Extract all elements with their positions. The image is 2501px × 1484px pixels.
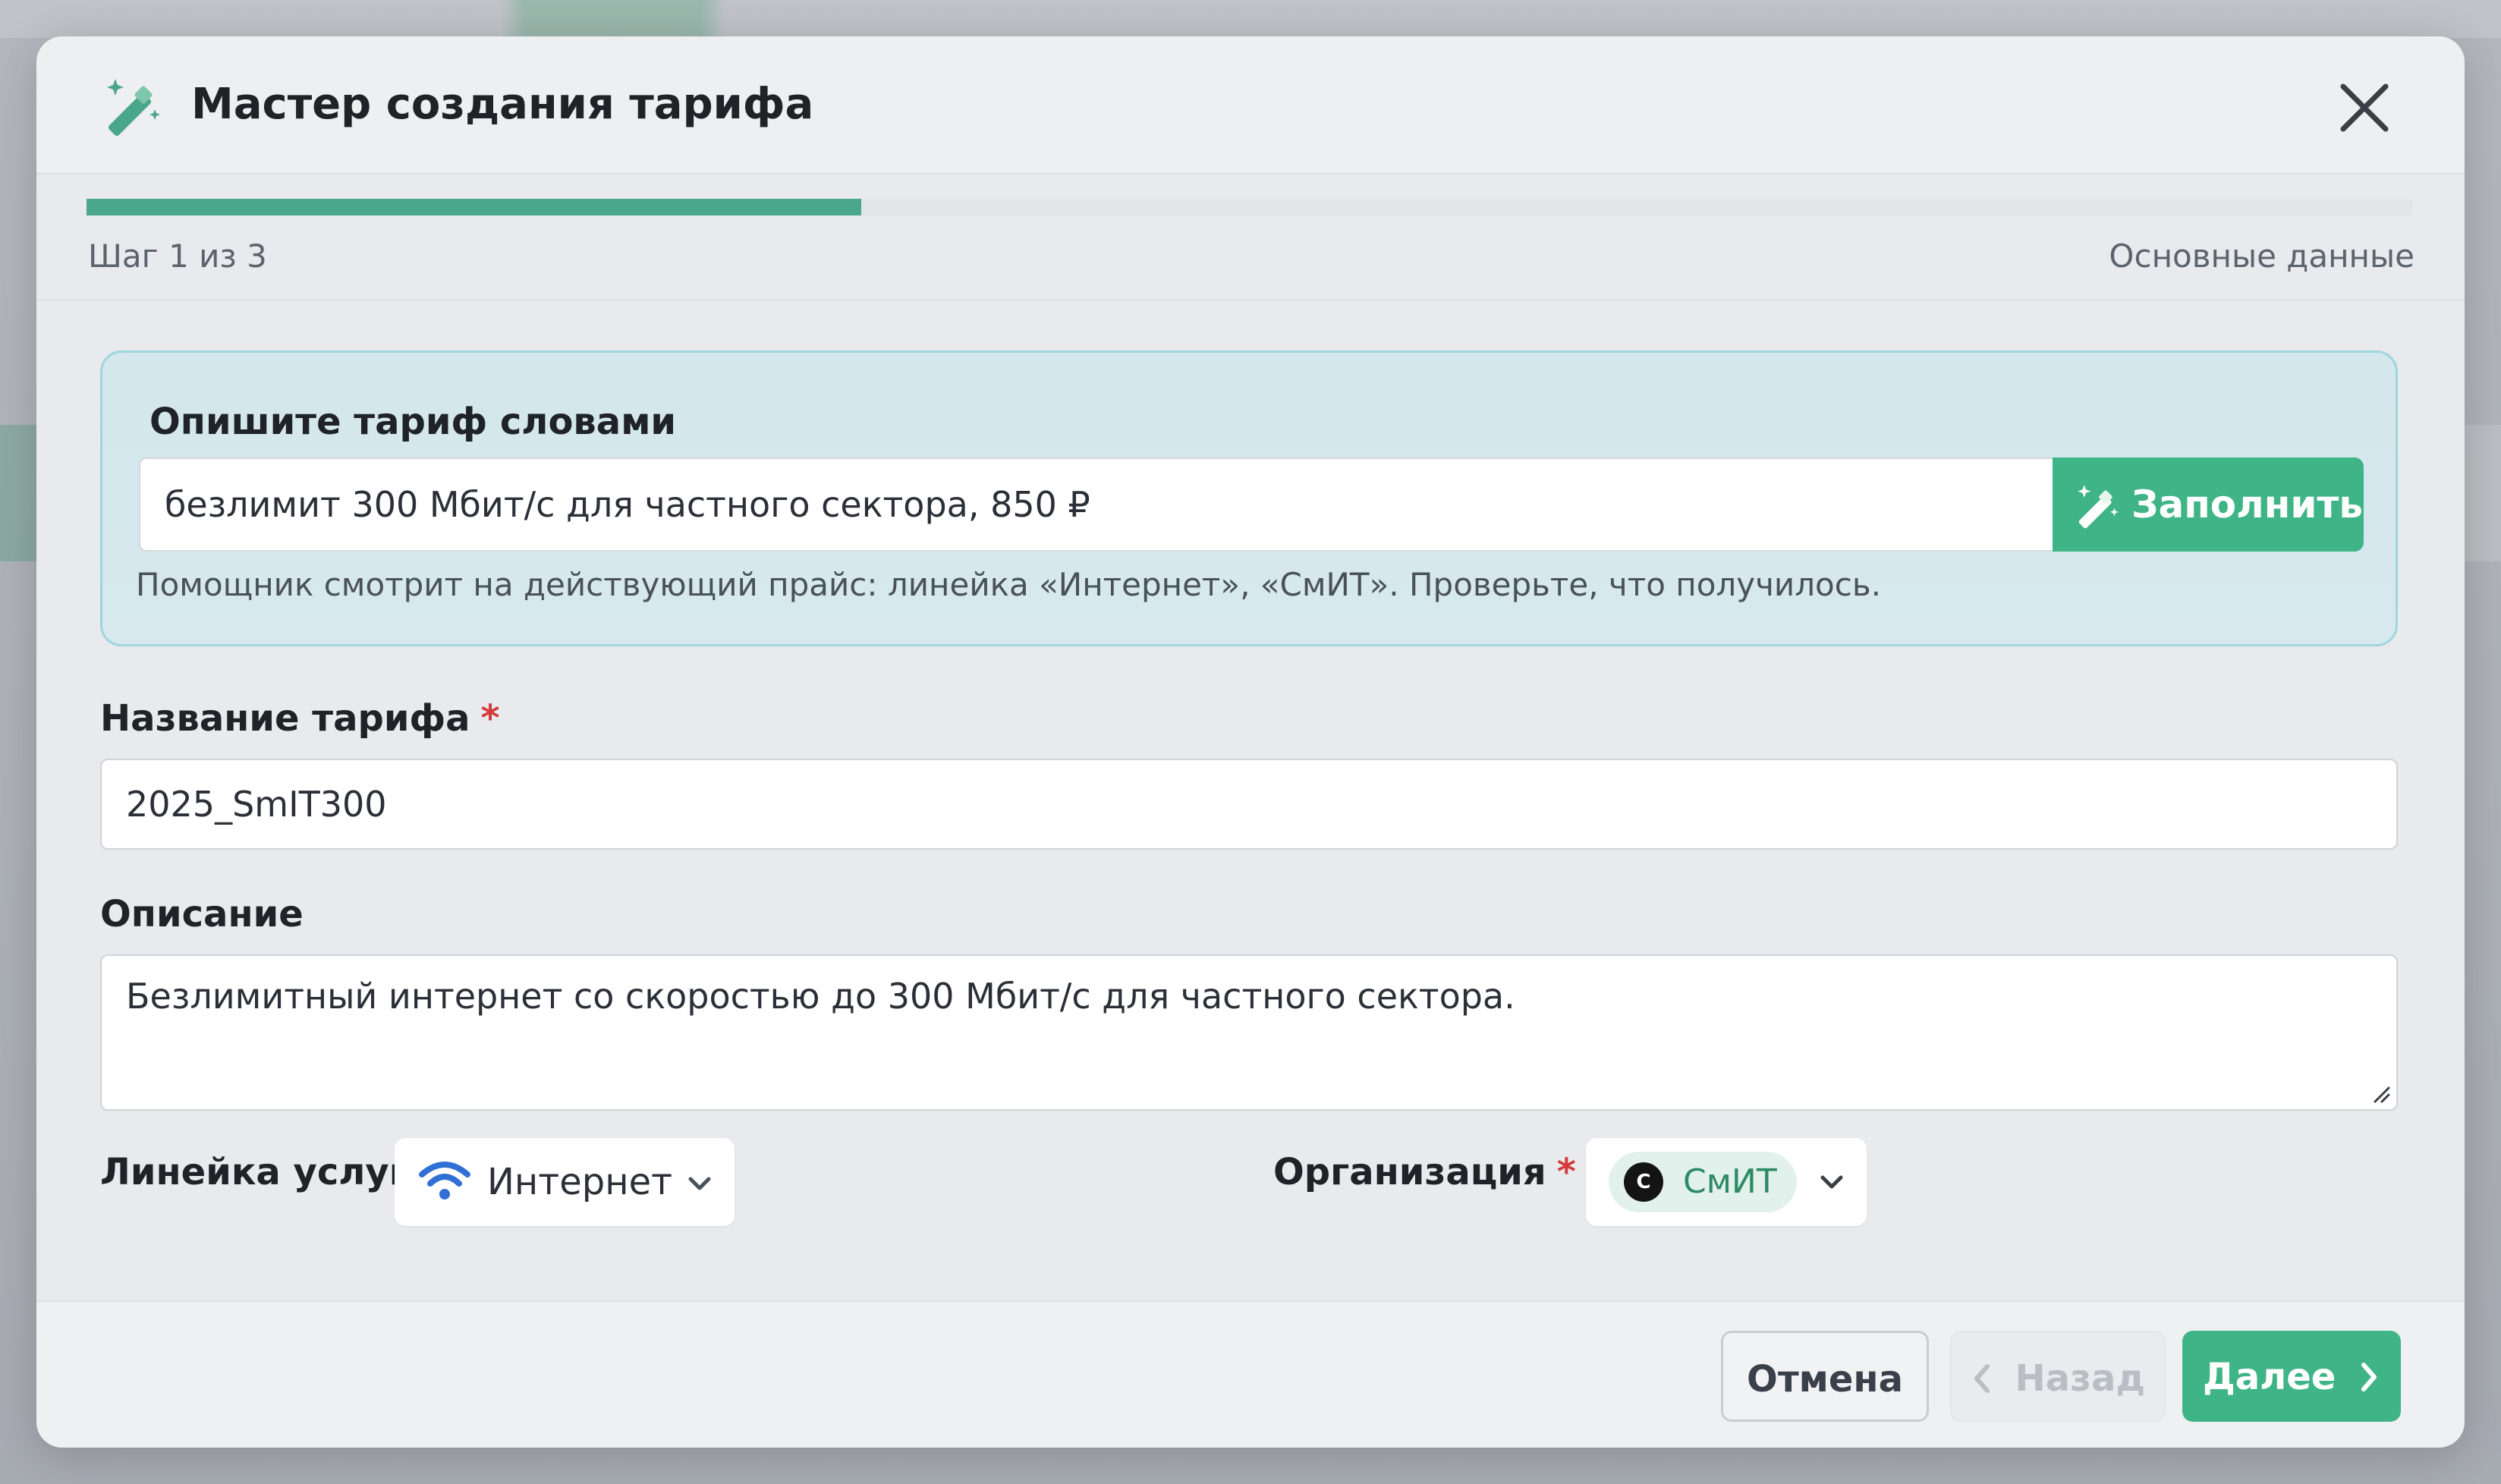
organization-label-text: Организация xyxy=(1273,1151,1546,1193)
tariff-name-label-text: Название тарифа xyxy=(100,697,470,740)
tariff-name-label: Название тарифа * xyxy=(100,693,500,744)
tariff-wizard-modal: Мастер создания тарифа Шаг 1 из 3 Основн… xyxy=(36,36,2465,1448)
modal-header: Мастер создания тарифа xyxy=(36,36,2465,174)
description-text: Безлимитный интернет со скоростью до 300… xyxy=(126,976,1515,1017)
required-mark: * xyxy=(1556,1151,1576,1193)
cancel-button-label: Отмена xyxy=(1747,1358,1903,1401)
next-button-label: Далее xyxy=(2202,1356,2336,1398)
description-textarea[interactable]: Безлимитный интернет со скоростью до 300… xyxy=(100,954,2398,1111)
back-button[interactable]: Назад xyxy=(1950,1331,2166,1422)
organization-select[interactable]: С СмИТ xyxy=(1586,1138,1867,1226)
next-button[interactable]: Далее xyxy=(2182,1331,2401,1422)
modal-footer: Отмена Назад Далее xyxy=(36,1300,2465,1448)
progress-bar xyxy=(87,199,2413,215)
back-button-label: Назад xyxy=(2015,1357,2146,1400)
background-strip xyxy=(0,0,2501,38)
organization-value: СмИТ xyxy=(1683,1162,1777,1201)
modal-title: Мастер создания тарифа xyxy=(191,80,814,129)
chevron-right-icon xyxy=(2361,1363,2377,1391)
service-line-value: Интернет xyxy=(487,1161,673,1203)
step-counter: Шаг 1 из 3 xyxy=(88,237,267,275)
chevron-down-icon xyxy=(1820,1175,1843,1189)
description-label: Описание xyxy=(100,893,304,935)
background-block xyxy=(0,425,36,561)
step-name: Основные данные xyxy=(2109,237,2414,275)
ai-description-input[interactable]: безлимит 300 Мбит/с для частного сектора… xyxy=(139,457,2053,552)
divider xyxy=(36,299,2465,300)
progress-bar-fill xyxy=(87,199,861,215)
service-line-select[interactable]: Интернет xyxy=(395,1138,735,1226)
service-line-label: Линейка услуг xyxy=(100,1151,408,1193)
chevron-left-icon xyxy=(1974,1364,1990,1393)
wifi-icon xyxy=(419,1162,470,1199)
ai-assistant-panel: Опишите тариф словами безлимит 300 Мбит/… xyxy=(100,351,2398,646)
chevron-down-icon xyxy=(688,1177,711,1190)
tariff-name-input[interactable]: 2025_SmIT300 xyxy=(100,759,2398,850)
resize-handle-icon[interactable] xyxy=(2369,1082,2392,1105)
cancel-button[interactable]: Отмена xyxy=(1721,1331,1929,1422)
organization-avatar: С xyxy=(1624,1162,1663,1202)
magic-wand-icon xyxy=(107,79,160,137)
fill-button[interactable]: Заполнить xyxy=(2053,457,2364,552)
required-mark: * xyxy=(480,697,500,740)
fill-button-label: Заполнить xyxy=(2131,483,2363,527)
organization-chip: С СмИТ xyxy=(1609,1152,1797,1212)
organization-label: Организация * xyxy=(1273,1147,1576,1197)
ai-assistant-title: Опишите тариф словами xyxy=(149,401,677,443)
magic-wand-icon xyxy=(2078,485,2119,529)
background-block xyxy=(2465,425,2501,561)
close-icon[interactable] xyxy=(2328,71,2401,144)
ai-assistant-hint: Помощник смотрит на действующий прайс: л… xyxy=(136,566,1881,603)
